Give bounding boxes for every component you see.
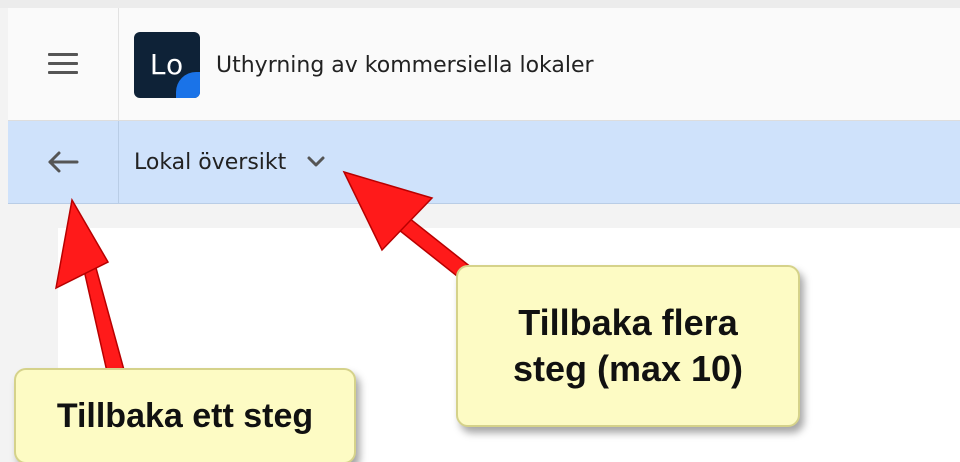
app-title: Uthyrning av kommersiella lokaler xyxy=(216,52,594,78)
app-brand: Lo Uthyrning av kommersiella lokaler xyxy=(134,32,594,98)
callout-back-one-step-text: Tillbaka ett steg xyxy=(56,396,314,435)
page-history-dropdown[interactable]: Lokal översikt xyxy=(134,121,326,203)
menu-rail xyxy=(8,8,119,120)
chevron-down-icon xyxy=(306,155,326,169)
logo-text: Lo xyxy=(149,47,185,81)
callout-line-2: steg (max 10) xyxy=(512,348,744,389)
navigation-bar: Lokal översikt xyxy=(8,121,960,204)
screenshot-frame: Lo Uthyrning av kommersiella lokaler Lok… xyxy=(0,0,960,462)
callout-line-1: Tillbaka flera xyxy=(518,302,738,343)
callout-back-one-step: Tillbaka ett steg xyxy=(14,368,356,462)
arrow-left-icon xyxy=(48,151,79,173)
callout-back-several-steps-text: Tillbaka flera steg (max 10) xyxy=(513,300,743,392)
app-logo[interactable]: Lo xyxy=(134,32,200,98)
back-button[interactable] xyxy=(8,121,119,203)
current-page-title: Lokal översikt xyxy=(134,149,287,175)
window-top-strip xyxy=(0,0,960,8)
callout-back-several-steps: Tillbaka flera steg (max 10) xyxy=(456,265,800,427)
app-header: Lo Uthyrning av kommersiella lokaler xyxy=(8,8,960,121)
hamburger-menu-icon[interactable] xyxy=(48,53,78,75)
